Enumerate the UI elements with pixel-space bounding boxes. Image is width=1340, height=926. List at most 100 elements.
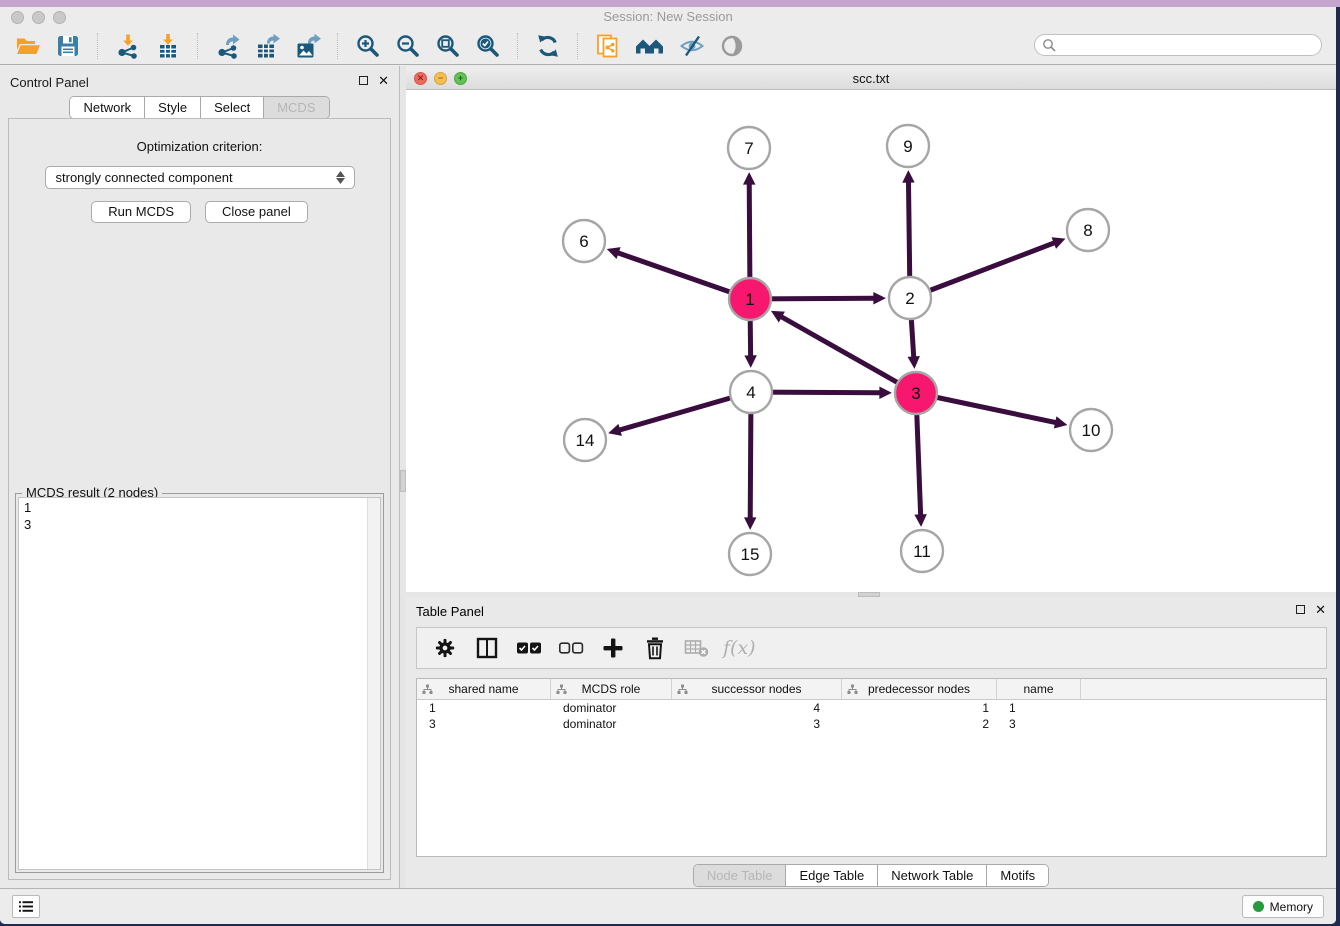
column-pane-icon [475, 636, 499, 660]
import-network-button[interactable] [110, 31, 146, 61]
table-panel-header: Table Panel ✕ [406, 601, 1336, 623]
export-table-icon [255, 33, 281, 59]
tab-motifs[interactable]: Motifs [987, 865, 1048, 886]
graph-node-label: 4 [746, 383, 755, 402]
result-scrollbar[interactable] [367, 498, 380, 869]
gear-icon [434, 637, 456, 659]
refresh-icon [535, 33, 561, 59]
mcds-result-area[interactable]: 13 [18, 497, 381, 870]
graph-edge[interactable] [781, 317, 916, 393]
zoom-out-button[interactable] [390, 31, 426, 61]
save-session-button[interactable] [50, 31, 86, 61]
table-settings-button[interactable] [429, 632, 461, 664]
tab-edge-table[interactable]: Edge Table [786, 865, 878, 886]
hide-panels-button[interactable] [674, 31, 710, 61]
toolbar-separator [97, 33, 99, 59]
import-network-icon [115, 33, 141, 59]
table-header-row: shared name MCDS role successor nodes [417, 679, 1326, 700]
org-chart-icon [847, 684, 858, 695]
toolbar-separator [577, 33, 579, 59]
table-row[interactable]: 3dominator323 [417, 716, 1326, 732]
zoom-in-button[interactable] [350, 31, 386, 61]
search-input[interactable] [1056, 37, 1321, 53]
home-button[interactable] [630, 31, 670, 61]
network-document-button[interactable] [590, 31, 626, 61]
add-column-button[interactable] [597, 632, 629, 664]
graph-node-label: 11 [913, 542, 931, 561]
show-graphics-button [714, 31, 750, 61]
network-view-window: ✕ − + scc.txt 7968124314101511 [406, 68, 1336, 592]
tab-select[interactable]: Select [201, 97, 264, 118]
list-icon [19, 900, 33, 913]
task-history-button[interactable] [12, 895, 40, 918]
org-chart-icon [677, 684, 688, 695]
delete-table-icon [684, 638, 710, 658]
refresh-button[interactable] [530, 31, 566, 61]
graph-node-label: 3 [911, 384, 920, 403]
select-all-button[interactable] [513, 632, 545, 664]
graph-node-label: 9 [903, 137, 912, 156]
export-image-icon [295, 33, 321, 59]
export-table-button[interactable] [250, 31, 286, 61]
optimization-criterion-select[interactable]: strongly connected component [45, 166, 355, 189]
mcds-panel: Optimization criterion: strongly connect… [8, 118, 391, 880]
zoom-fit-button[interactable] [430, 31, 466, 61]
select-all-icon [516, 640, 542, 656]
column-header-shared-name[interactable]: shared name [417, 679, 551, 699]
tab-style[interactable]: Style [145, 97, 201, 118]
tab-network-table[interactable]: Network Table [878, 865, 987, 886]
toolbar-separator [337, 33, 339, 59]
float-panel-icon[interactable] [359, 76, 368, 85]
graph-edge[interactable] [910, 243, 1054, 298]
window-title: Session: New Session [0, 9, 1336, 24]
import-table-button[interactable] [150, 31, 186, 61]
column-header-name[interactable]: name [997, 679, 1081, 699]
status-bar: Memory [0, 888, 1336, 924]
graph-node-label: 14 [576, 431, 595, 450]
close-panel-icon[interactable]: ✕ [1315, 604, 1326, 615]
open-session-button[interactable] [10, 31, 46, 61]
application-window: Session: New Session [0, 7, 1336, 924]
tab-node-table[interactable]: Node Table [694, 865, 787, 886]
open-folder-icon [15, 33, 41, 59]
memory-button[interactable]: Memory [1242, 895, 1324, 918]
column-layout-button[interactable] [471, 632, 503, 664]
export-image-button[interactable] [290, 31, 326, 61]
export-network-button[interactable] [210, 31, 246, 61]
mcds-result-lines: 13 [19, 498, 380, 534]
network-canvas[interactable]: 7968124314101511 [406, 90, 1336, 592]
document-network-icon [595, 33, 621, 59]
main-titlebar: Session: New Session [0, 7, 1336, 28]
network-graph[interactable]: 7968124314101511 [406, 90, 1336, 592]
table-panel-tabs: Node Table Edge Table Network Table Moti… [406, 864, 1336, 887]
search-field[interactable] [1034, 34, 1322, 56]
delete-table-button [681, 632, 713, 664]
graph-node-label: 2 [905, 289, 914, 308]
close-panel-button[interactable]: Close panel [205, 201, 308, 223]
zoom-selected-icon [475, 33, 501, 59]
function-builder-button: f(x) [723, 637, 756, 659]
deselect-all-button[interactable] [555, 632, 587, 664]
graph-node-label: 1 [745, 290, 754, 309]
save-icon [55, 33, 81, 59]
trash-icon [644, 636, 666, 660]
column-header-predecessor-nodes[interactable]: predecessor nodes [842, 679, 997, 699]
control-panel-header: Control Panel ✕ [0, 72, 399, 96]
selected-criterion: strongly connected component [46, 170, 332, 185]
add-icon [601, 636, 625, 660]
column-header-successor-nodes[interactable]: successor nodes [672, 679, 842, 699]
float-panel-icon[interactable] [1296, 605, 1305, 614]
delete-column-button[interactable] [639, 632, 671, 664]
column-header-mcds-role[interactable]: MCDS role [551, 679, 672, 699]
table-panel: Table Panel ✕ [406, 597, 1336, 888]
chevron-updown-icon [332, 171, 354, 184]
tab-mcds[interactable]: MCDS [264, 97, 328, 118]
run-mcds-button[interactable]: Run MCDS [91, 201, 191, 223]
optimization-criterion-label: Optimization criterion: [9, 139, 390, 154]
table-row[interactable]: 1dominator411 [417, 700, 1326, 716]
control-panel: Control Panel ✕ Network Style Select MCD… [0, 66, 400, 888]
tab-network[interactable]: Network [70, 97, 145, 118]
close-panel-icon[interactable]: ✕ [378, 75, 389, 86]
zoom-selected-button[interactable] [470, 31, 506, 61]
right-column: ✕ − + scc.txt 7968124314101511 [406, 66, 1336, 888]
